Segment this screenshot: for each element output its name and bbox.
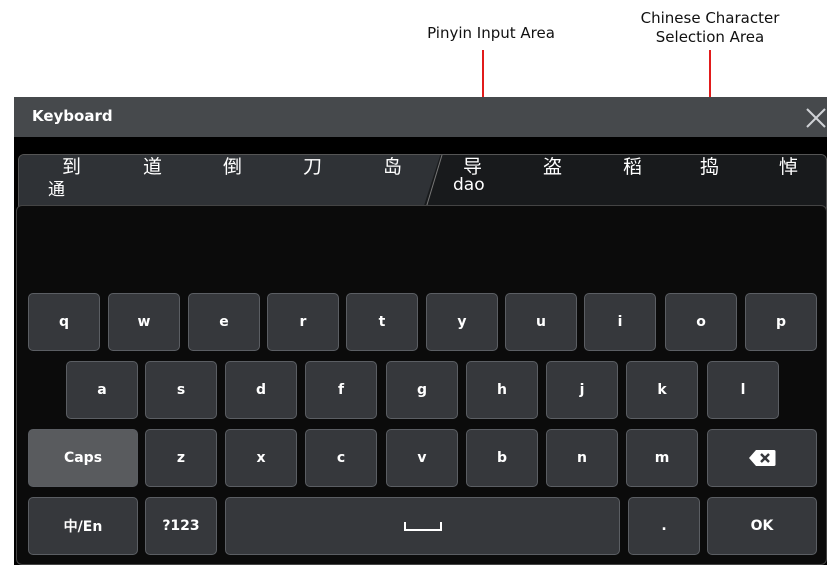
key-f[interactable]: f — [305, 361, 377, 419]
ok-key[interactable]: OK — [707, 497, 817, 555]
candidate-char[interactable]: 盗 — [543, 152, 562, 179]
candidate-char[interactable]: 刀 — [303, 152, 322, 179]
candidate-char[interactable]: 稻 — [623, 152, 642, 179]
close-icon[interactable] — [801, 101, 827, 131]
candidate-char[interactable]: 到 — [62, 152, 81, 179]
symbols-key[interactable]: ?123 — [145, 497, 217, 555]
key-i[interactable]: i — [584, 293, 656, 351]
key-g[interactable]: g — [386, 361, 458, 419]
space-icon — [403, 522, 442, 531]
char-area-label-line1: Chinese Character — [640, 9, 780, 27]
pinyin-area-label: Pinyin Input Area — [427, 24, 555, 42]
caps-key[interactable]: Caps — [28, 429, 138, 487]
language-toggle-key[interactable]: 中/En — [28, 497, 138, 555]
key-w[interactable]: w — [108, 293, 180, 351]
key-q[interactable]: q — [28, 293, 100, 351]
key-x[interactable]: x — [225, 429, 297, 487]
candidate-char[interactable]: 倒 — [223, 152, 242, 179]
key-m[interactable]: m — [626, 429, 698, 487]
key-p[interactable]: p — [745, 293, 817, 351]
key-d[interactable]: d — [225, 361, 297, 419]
key-a[interactable]: a — [66, 361, 138, 419]
key-l[interactable]: l — [707, 361, 779, 419]
key-t[interactable]: t — [346, 293, 418, 351]
backspace-icon — [749, 450, 776, 466]
key-r[interactable]: r — [267, 293, 339, 351]
key-v[interactable]: v — [386, 429, 458, 487]
key-o[interactable]: o — [665, 293, 737, 351]
period-key[interactable]: . — [628, 497, 700, 555]
key-j[interactable]: j — [546, 361, 618, 419]
backspace-key[interactable] — [707, 429, 817, 487]
key-k[interactable]: k — [626, 361, 698, 419]
candidate-char[interactable]: 岛 — [383, 152, 402, 179]
candidate-char[interactable]: 道 — [143, 152, 162, 179]
key-c[interactable]: c — [305, 429, 377, 487]
candidate-char[interactable]: 捣 — [700, 152, 719, 179]
key-s[interactable]: s — [145, 361, 217, 419]
candidate-char[interactable]: 悼 — [779, 152, 798, 179]
key-b[interactable]: b — [466, 429, 538, 487]
space-key[interactable] — [225, 497, 620, 555]
key-y[interactable]: y — [426, 293, 498, 351]
candidate-char[interactable]: 导 — [463, 152, 482, 179]
key-e[interactable]: e — [188, 293, 260, 351]
key-u[interactable]: u — [505, 293, 577, 351]
window-title: Keyboard — [32, 107, 113, 125]
key-z[interactable]: z — [145, 429, 217, 487]
char-area-label-line2: Selection Area — [655, 28, 765, 46]
key-h[interactable]: h — [466, 361, 538, 419]
title-bar: Keyboard — [14, 97, 827, 137]
key-n[interactable]: n — [546, 429, 618, 487]
